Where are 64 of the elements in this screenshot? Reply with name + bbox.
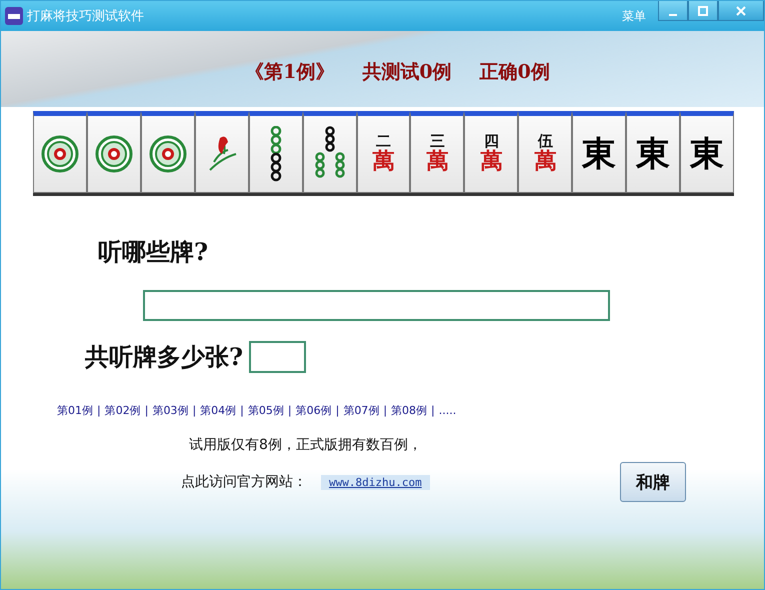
example-link[interactable]: 第04例 (200, 403, 236, 418)
mahjong-tile[interactable]: 四 萬 (464, 111, 518, 193)
example-link[interactable]: 第08例 (391, 403, 428, 418)
tile-number: 三 (430, 134, 445, 150)
example-link[interactable]: 第07例 (343, 403, 380, 418)
mahjong-tile[interactable] (140, 111, 195, 193)
separator: | (192, 404, 196, 417)
tile-suit: 萬 (534, 149, 556, 174)
question-text: 听哪些牌? (98, 236, 210, 268)
separator: | (383, 404, 388, 417)
question-text: 共听牌多少张? (85, 341, 244, 373)
tile-glyph: 東 (690, 133, 724, 176)
example-link[interactable]: 第05例 (248, 403, 284, 418)
tile-suit: 萬 (426, 149, 448, 174)
total-tested: 共测试0例 (362, 60, 452, 85)
tile-glyph: 東 (582, 133, 616, 176)
close-button[interactable] (718, 1, 764, 21)
mahjong-tile[interactable]: 東 (572, 111, 626, 193)
circle-tile-icon (94, 135, 133, 173)
separator: | (240, 404, 244, 417)
tile-number: 二 (376, 134, 391, 150)
tile-glyph: 東 (636, 133, 670, 176)
example-link[interactable]: 第03例 (152, 403, 188, 418)
win-button[interactable]: 和牌 (620, 462, 686, 502)
mahjong-tile[interactable] (194, 111, 249, 193)
tile-suit: 萬 (372, 149, 394, 174)
mahjong-tile[interactable]: 三 萬 (410, 111, 464, 193)
visit-label: 点此访问官方网站： (181, 473, 307, 491)
separator: | (144, 404, 148, 417)
example-link[interactable]: 第01例 (57, 403, 93, 418)
mahjong-tile[interactable]: 東 (680, 111, 734, 193)
mahjong-tile[interactable]: 二 萬 (356, 111, 410, 193)
separator: | (431, 404, 435, 417)
bamboo-icon (268, 126, 283, 182)
correct-count: 正确0例 (480, 60, 550, 85)
minimize-button[interactable] (658, 1, 688, 21)
notice-text: 试用版仅有8例，正式版拥有数百例， (189, 436, 423, 454)
tile-number: 伍 (538, 134, 553, 150)
mahjong-tile[interactable]: 東 (626, 111, 680, 193)
more-link[interactable]: ..... (438, 404, 456, 417)
circle-tile-icon (40, 135, 79, 173)
mahjong-tile[interactable] (33, 111, 87, 193)
circle-tile-icon (148, 135, 187, 173)
window-title: 打麻将技巧测试软件 (27, 8, 145, 25)
maximize-button[interactable] (688, 1, 718, 21)
tile-number: 四 (484, 134, 499, 150)
mahjong-tile[interactable] (302, 111, 357, 193)
example-number: 《第1例》 (245, 60, 334, 85)
separator: | (336, 404, 340, 417)
mahjong-tile[interactable]: 伍 萬 (518, 111, 572, 193)
app-icon (5, 7, 23, 25)
website-link[interactable]: www.8dizhu.com (321, 474, 430, 490)
example-link[interactable]: 第06例 (296, 403, 332, 418)
mahjong-tile[interactable] (248, 111, 303, 193)
separator: | (288, 404, 292, 417)
answer-field[interactable] (143, 290, 610, 321)
example-link[interactable]: 第02例 (104, 403, 141, 418)
minimize-icon (669, 14, 677, 16)
count-field[interactable] (249, 341, 306, 373)
close-icon (736, 6, 746, 16)
separator: | (97, 404, 101, 417)
tile-suit: 萬 (480, 149, 502, 174)
mahjong-tile[interactable] (86, 111, 141, 193)
maximize-icon (698, 6, 708, 16)
